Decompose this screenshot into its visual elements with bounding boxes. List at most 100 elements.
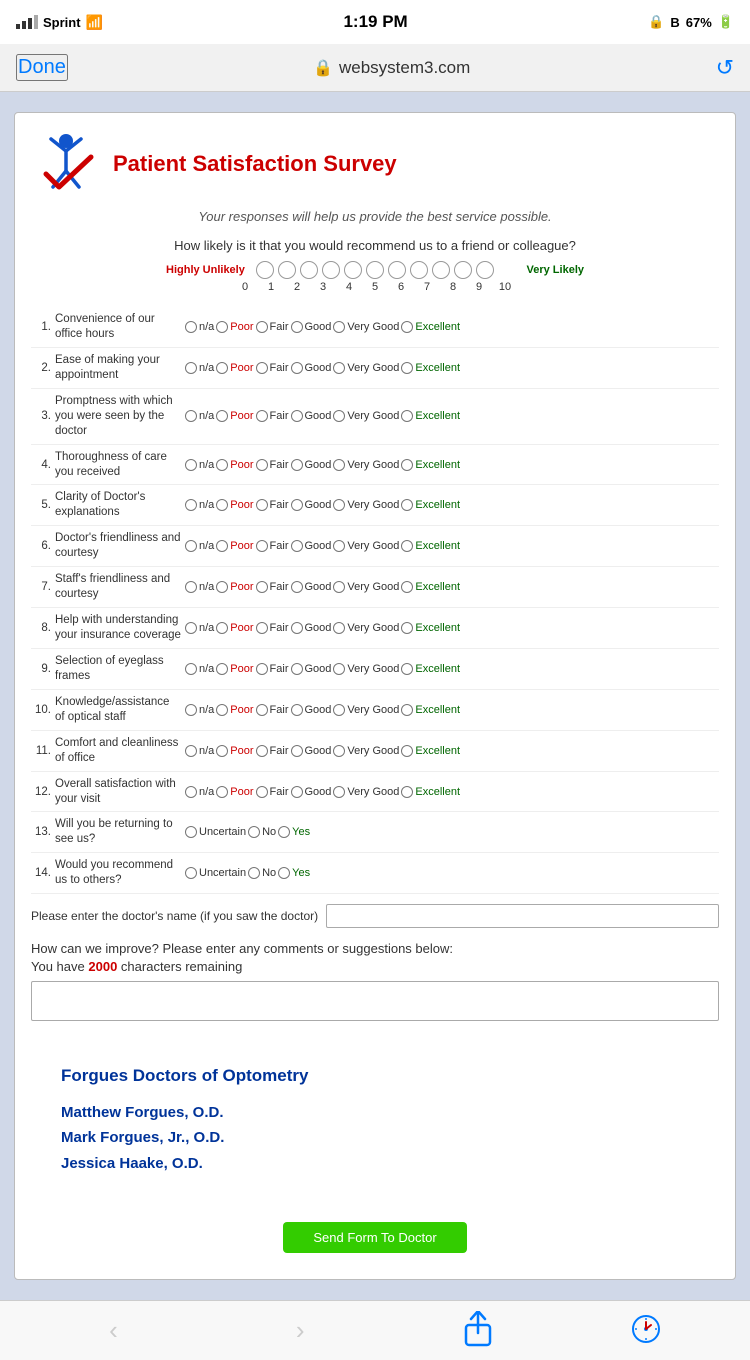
radio-excellent[interactable]: Excellent [401, 581, 460, 593]
radio-fair[interactable]: Fair [256, 459, 289, 471]
radio-verygood[interactable]: Very Good [333, 410, 399, 422]
radio-poor[interactable]: Poor [216, 745, 253, 757]
radio-fair[interactable]: Fair [256, 499, 289, 511]
radio-poor[interactable]: Poor [216, 540, 253, 552]
scale-num-1: 1 [260, 281, 282, 293]
radio-poor[interactable]: Poor [216, 410, 253, 422]
radio-fair[interactable]: Fair [256, 786, 289, 798]
radio-uncertain-14[interactable]: Uncertain [185, 867, 246, 879]
radio-poor[interactable]: Poor [216, 459, 253, 471]
radio-excellent[interactable]: Excellent [401, 745, 460, 757]
radio-verygood[interactable]: Very Good [333, 540, 399, 552]
radio-fair[interactable]: Fair [256, 704, 289, 716]
doctor-name-input[interactable] [326, 904, 719, 928]
radio-excellent[interactable]: Excellent [401, 540, 460, 552]
radio-good[interactable]: Good [291, 499, 332, 511]
radio-good[interactable]: Good [291, 540, 332, 552]
scale-circle-5[interactable] [366, 261, 384, 279]
radio-good[interactable]: Good [291, 410, 332, 422]
radio-yes-13[interactable]: Yes [278, 826, 310, 838]
radio-verygood[interactable]: Very Good [333, 704, 399, 716]
radio-verygood[interactable]: Very Good [333, 663, 399, 675]
radio-verygood[interactable]: Very Good [333, 745, 399, 757]
radio-verygood[interactable]: Very Good [333, 622, 399, 634]
radio-fair[interactable]: Fair [256, 540, 289, 552]
radio-poor[interactable]: Poor [216, 663, 253, 675]
comments-textarea[interactable] [31, 981, 719, 1021]
radio-poor[interactable]: Poor [216, 499, 253, 511]
radio-na[interactable]: n/a [185, 410, 214, 422]
radio-no-13[interactable]: No [248, 826, 276, 838]
radio-good[interactable]: Good [291, 459, 332, 471]
back-button[interactable]: ‹ [89, 1315, 138, 1346]
radio-poor[interactable]: Poor [216, 321, 253, 333]
radio-fair[interactable]: Fair [256, 321, 289, 333]
radio-excellent[interactable]: Excellent [401, 321, 460, 333]
radio-no-14[interactable]: No [248, 867, 276, 879]
scale-circle-6[interactable] [388, 261, 406, 279]
radio-verygood[interactable]: Very Good [333, 581, 399, 593]
radio-fair[interactable]: Fair [256, 410, 289, 422]
forward-button[interactable]: › [276, 1315, 325, 1346]
radio-good[interactable]: Good [291, 786, 332, 798]
radio-good[interactable]: Good [291, 362, 332, 374]
radio-fair[interactable]: Fair [256, 663, 289, 675]
scale-circle-4[interactable] [344, 261, 362, 279]
radio-na[interactable]: n/a [185, 540, 214, 552]
radio-verygood[interactable]: Very Good [333, 786, 399, 798]
radio-excellent[interactable]: Excellent [401, 704, 460, 716]
radio-na[interactable]: n/a [185, 704, 214, 716]
radio-verygood[interactable]: Very Good [333, 321, 399, 333]
radio-good[interactable]: Good [291, 663, 332, 675]
radio-na[interactable]: n/a [185, 321, 214, 333]
status-bar: Sprint 📶 1:19 PM 🔒 B 67% 🔋 [0, 0, 750, 44]
radio-good[interactable]: Good [291, 581, 332, 593]
scale-circle-1[interactable] [278, 261, 296, 279]
radio-good[interactable]: Good [291, 704, 332, 716]
radio-poor[interactable]: Poor [216, 362, 253, 374]
radio-poor[interactable]: Poor [216, 581, 253, 593]
radio-fair[interactable]: Fair [256, 745, 289, 757]
radio-good[interactable]: Good [291, 321, 332, 333]
radio-uncertain-13[interactable]: Uncertain [185, 826, 246, 838]
radio-excellent[interactable]: Excellent [401, 499, 460, 511]
radio-na[interactable]: n/a [185, 362, 214, 374]
radio-fair[interactable]: Fair [256, 581, 289, 593]
submit-button[interactable]: Send Form To Doctor [283, 1222, 466, 1253]
scale-circle-7[interactable] [410, 261, 428, 279]
bookmarks-button[interactable] [631, 1314, 661, 1347]
scale-circle-2[interactable] [300, 261, 318, 279]
scale-circle-10[interactable] [476, 261, 494, 279]
radio-good[interactable]: Good [291, 745, 332, 757]
radio-excellent[interactable]: Excellent [401, 410, 460, 422]
radio-na[interactable]: n/a [185, 499, 214, 511]
radio-poor[interactable]: Poor [216, 622, 253, 634]
radio-good[interactable]: Good [291, 622, 332, 634]
radio-excellent[interactable]: Excellent [401, 622, 460, 634]
scale-circle-9[interactable] [454, 261, 472, 279]
radio-na[interactable]: n/a [185, 663, 214, 675]
radio-excellent[interactable]: Excellent [401, 362, 460, 374]
radio-verygood[interactable]: Very Good [333, 459, 399, 471]
share-button[interactable] [463, 1311, 493, 1350]
radio-na[interactable]: n/a [185, 745, 214, 757]
radio-na[interactable]: n/a [185, 786, 214, 798]
radio-na[interactable]: n/a [185, 622, 214, 634]
reload-button[interactable]: ↺ [716, 55, 734, 81]
radio-excellent[interactable]: Excellent [401, 663, 460, 675]
scale-circle-0[interactable] [256, 261, 274, 279]
radio-fair[interactable]: Fair [256, 362, 289, 374]
radio-na[interactable]: n/a [185, 581, 214, 593]
radio-na[interactable]: n/a [185, 459, 214, 471]
radio-poor[interactable]: Poor [216, 786, 253, 798]
scale-circle-3[interactable] [322, 261, 340, 279]
radio-fair[interactable]: Fair [256, 622, 289, 634]
radio-verygood[interactable]: Very Good [333, 499, 399, 511]
done-button[interactable]: Done [16, 54, 68, 81]
radio-verygood[interactable]: Very Good [333, 362, 399, 374]
radio-yes-14[interactable]: Yes [278, 867, 310, 879]
radio-excellent[interactable]: Excellent [401, 459, 460, 471]
radio-excellent[interactable]: Excellent [401, 786, 460, 798]
radio-poor[interactable]: Poor [216, 704, 253, 716]
scale-circle-8[interactable] [432, 261, 450, 279]
